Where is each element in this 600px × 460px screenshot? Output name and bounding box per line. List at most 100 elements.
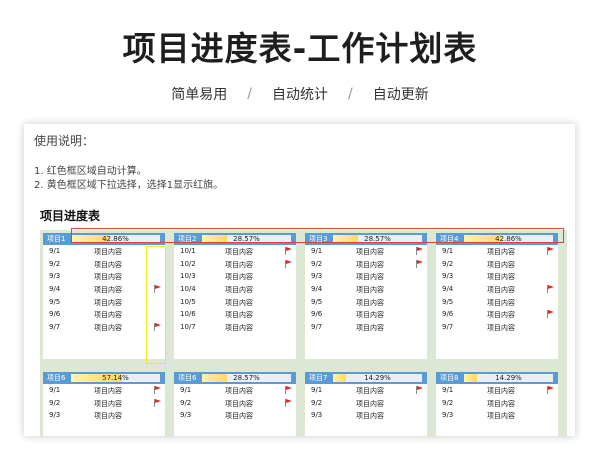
project-card: 项目4 42.86% 9/1 项目内容 9/2 项目内容 9/3 项目内容 9/4 项目内容 9/5… [436,233,558,359]
task-row: 9/1 项目内容 [305,245,427,258]
project-name: 项目6 [47,374,66,382]
task-content: 项目内容 [225,298,253,307]
task-content: 项目内容 [225,260,253,269]
task-row: 9/3 项目内容 [305,409,427,422]
project-name: 项目8 [440,374,459,382]
project-card: 项目6 57.14% 9/1 项目内容 9/2 项目内容 9/3 项目内容 [43,372,165,436]
project-name: 项目6 [178,374,197,382]
task-date: 9/7 [49,323,61,332]
task-content: 项目内容 [356,248,384,256]
red-flag-icon[interactable] [547,310,554,319]
task-date: 10/7 [180,323,196,332]
task-content: 项目内容 [225,412,253,421]
task-date: 9/1 [49,247,61,255]
progress-percent: 28.57% [233,374,260,382]
task-date: 9/7 [442,323,454,332]
task-date: 9/2 [49,259,61,268]
task-content: 项目内容 [94,324,122,333]
card-header: 项目7 14.29% [305,372,427,384]
task-content: 项目内容 [487,273,515,282]
task-row: 9/2 项目内容 [436,397,558,410]
task-content: 项目内容 [356,311,384,320]
task-date: 9/4 [311,285,323,294]
table-title: 项目进度表 [40,209,101,223]
task-date: 9/1 [180,386,192,394]
task-row: 10/6 项目内容 [174,308,296,321]
task-date: 10/2 [180,259,196,268]
task-content: 项目内容 [487,286,515,295]
task-content: 项目内容 [225,273,253,282]
task-date: 9/7 [311,323,323,332]
instructions-heading: 使用说明： [34,134,95,148]
red-flag-icon[interactable] [416,386,423,394]
task-date: 10/6 [180,310,196,319]
task-date: 10/4 [180,285,196,294]
task-content: 项目内容 [225,248,253,256]
red-flag-icon[interactable] [285,259,292,268]
task-date: 9/5 [442,297,454,306]
task-date: 9/3 [49,411,61,420]
task-row: 9/2 项目内容 [43,397,165,410]
task-date: 9/3 [180,411,192,420]
task-row: 9/1 项目内容 [305,384,427,397]
project-card: 项目6 28.57% 9/1 项目内容 9/2 项目内容 9/3 项目内容 [174,372,296,436]
task-date: 9/2 [311,398,323,407]
task-row: 9/6 项目内容 [436,308,558,321]
red-flag-icon[interactable] [547,285,554,294]
project-card: 项目2 28.57% 10/1 项目内容 10/2 项目内容 10/3 项目内容 10/4 项目内… [174,233,296,359]
task-content: 项目内容 [487,248,515,256]
dropdown-select-highlight [146,246,166,364]
red-flag-icon[interactable] [416,247,423,255]
task-row: 9/6 项目内容 [305,308,427,321]
progress-bar: 28.57% [202,374,291,382]
red-flag-icon[interactable] [416,259,423,268]
task-content: 项目内容 [487,311,515,320]
project-card: 项目8 14.29% 9/1 项目内容 9/2 项目内容 9/3 项目内容 [436,372,558,436]
task-row: 9/2 项目内容 [305,258,427,271]
red-flag-icon[interactable] [547,386,554,394]
task-row: 9/2 项目内容 [305,397,427,410]
separator: / [348,86,353,102]
task-date: 9/2 [442,398,454,407]
red-flag-icon[interactable] [154,398,161,407]
task-content: 项目内容 [356,324,384,333]
task-content: 项目内容 [94,298,122,307]
red-flag-icon[interactable] [285,398,292,407]
task-content: 项目内容 [94,273,122,282]
task-row: 10/7 项目内容 [174,321,296,334]
task-content: 项目内容 [356,286,384,295]
red-flag-icon[interactable] [154,386,161,394]
red-flag-icon[interactable] [285,247,292,255]
task-row: 10/2 项目内容 [174,258,296,271]
project-name: 项目7 [309,374,328,382]
task-date: 9/3 [311,272,323,281]
task-date: 9/3 [49,272,61,281]
task-row: 10/1 项目内容 [174,245,296,258]
task-content: 项目内容 [487,260,515,269]
red-flag-icon[interactable] [547,247,554,255]
red-flag-icon[interactable] [285,386,292,394]
task-content: 项目内容 [225,399,253,408]
separator: / [247,86,252,102]
task-row: 9/1 项目内容 [43,384,165,397]
task-content: 项目内容 [225,311,253,320]
task-content: 项目内容 [487,399,515,408]
project-card: 项目3 28.57% 9/1 项目内容 9/2 项目内容 9/3 项目内容 9/4 项目内容 9/5… [305,233,427,359]
feature-auto-stats: 自动统计 [272,87,328,103]
task-row: 9/4 项目内容 [436,283,558,296]
task-date: 9/6 [49,310,61,319]
progress-bar: 14.29% [464,374,553,382]
page-title: 项目进度表-工作计划表 [122,29,478,68]
task-date: 9/2 [180,398,192,407]
task-content: 项目内容 [94,260,122,269]
task-content: 项目内容 [94,286,122,295]
task-date: 10/3 [180,272,196,281]
task-content: 项目内容 [356,387,384,395]
progress-percent: 14.29% [364,374,391,382]
task-date: 9/3 [442,411,454,420]
task-row: 9/5 项目内容 [436,296,558,309]
task-row: 9/2 项目内容 [436,258,558,271]
task-content: 项目内容 [356,298,384,307]
task-date: 9/3 [442,272,454,281]
task-date: 9/2 [49,398,61,407]
